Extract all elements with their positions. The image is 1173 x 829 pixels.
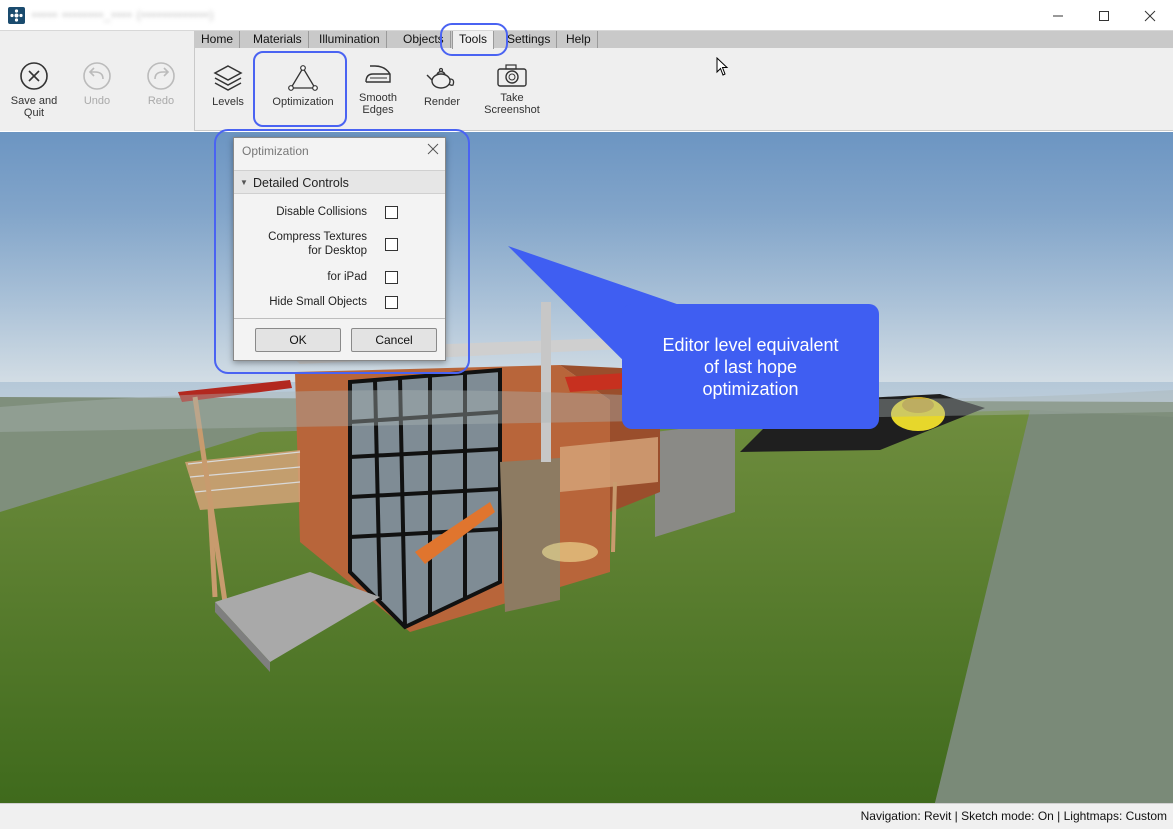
take-screenshot-label: Take <box>500 92 524 104</box>
callout-pointer <box>508 246 700 387</box>
redo-icon <box>147 62 175 90</box>
tab-home[interactable]: Home <box>195 31 241 48</box>
close-icon <box>1144 10 1156 21</box>
smooth-edges-label-2: Edges <box>362 104 394 116</box>
file-actions-group: Save and Quit Undo Redo <box>0 31 195 131</box>
layers-icon <box>213 65 243 91</box>
3d-viewport[interactable] <box>0 132 1173 803</box>
callout-line-3: optimization <box>702 379 799 399</box>
tab-materials[interactable]: Materials <box>247 31 309 48</box>
iron-icon <box>365 65 391 83</box>
maximize-icon <box>1099 10 1109 21</box>
callout-line-1: Editor level equivalent <box>662 335 839 355</box>
tab-illumination[interactable]: Illumination <box>313 31 387 48</box>
teapot-icon <box>426 67 455 89</box>
status-text: Navigation: Revit | Sketch mode: On | Li… <box>860 809 1167 823</box>
smooth-edges-button[interactable]: Smooth Edges <box>352 62 404 116</box>
optimization-button-highlight <box>253 51 347 127</box>
levels-label: Levels <box>212 96 244 108</box>
save-and-quit-label: Save and <box>10 95 58 107</box>
mouse-cursor-icon <box>716 56 730 80</box>
tab-settings[interactable]: Settings <box>501 31 558 48</box>
levels-button[interactable]: Levels <box>204 62 252 108</box>
dialog-highlight <box>214 129 470 374</box>
minimize-button[interactable] <box>1035 0 1081 31</box>
close-window-button[interactable] <box>1127 0 1173 31</box>
undo-label: Undo <box>83 95 111 107</box>
take-screenshot-label-2: Screenshot <box>484 104 540 116</box>
undo-icon <box>83 62 111 90</box>
ribbon: Save and Quit Undo Redo Home Materials I… <box>0 31 1173 131</box>
maximize-button[interactable] <box>1081 0 1127 31</box>
save-and-quit-button[interactable]: Save and Quit <box>6 61 62 119</box>
callout-text: Editor level equivalent of last hope opt… <box>622 334 879 400</box>
render-label: Render <box>423 96 461 108</box>
app-logo-icon[interactable] <box>8 7 25 24</box>
minimize-icon <box>1053 15 1063 16</box>
tab-help[interactable]: Help <box>560 31 598 48</box>
redo-button[interactable]: Redo <box>136 61 186 107</box>
undo-button[interactable]: Undo <box>72 61 122 107</box>
annotation-callout: Editor level equivalent of last hope opt… <box>622 304 879 429</box>
tools-tab-highlight <box>440 23 508 56</box>
title-bar: ••••• ••••••••_•••• (•••••••••••••) <box>0 0 1173 31</box>
status-bar: Navigation: Revit | Sketch mode: On | Li… <box>0 803 1173 829</box>
close-circle-icon <box>20 62 48 90</box>
window-title: ••••• ••••••••_•••• (•••••••••••••) <box>32 8 215 22</box>
camera-icon <box>497 64 527 87</box>
smooth-edges-label: Smooth <box>359 92 397 104</box>
save-and-quit-label-2: Quit <box>23 107 45 119</box>
take-screenshot-button[interactable]: Take Screenshot <box>478 62 546 116</box>
ribbon-tabs: Home Materials Illumination Objects Tool… <box>195 31 1173 49</box>
callout-line-2: of last hope <box>703 357 798 377</box>
redo-label: Redo <box>147 95 175 107</box>
render-button[interactable]: Render <box>418 62 466 108</box>
